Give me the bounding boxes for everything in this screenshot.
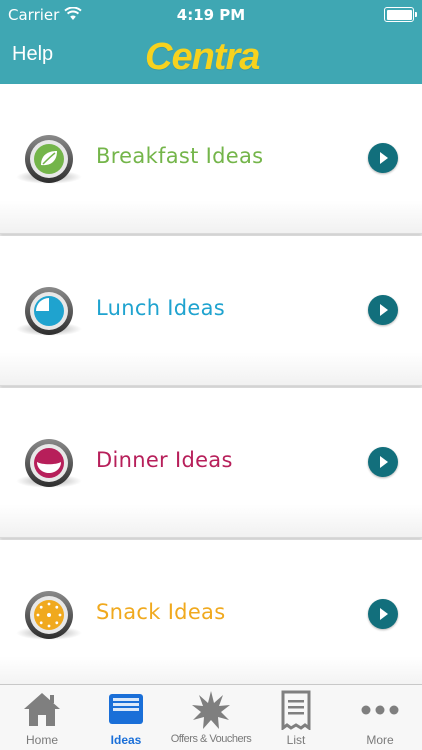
more-dots-icon: [360, 701, 400, 720]
dinner-plate-icon: [16, 438, 82, 488]
idea-card-breakfast[interactable]: Breakfast Ideas: [0, 84, 422, 234]
chevron-right-icon[interactable]: [368, 599, 398, 629]
chevron-right-icon[interactable]: [368, 143, 398, 173]
ideas-list: Breakfast Ideas Lunch Ideas Dinner Ideas…: [0, 84, 422, 690]
tab-offers-vouchers[interactable]: Offers & Vouchers: [168, 685, 254, 750]
idea-card-lunch[interactable]: Lunch Ideas: [0, 236, 422, 386]
idea-label-dinner: Dinner Ideas: [96, 448, 233, 472]
centra-logo: Centra: [145, 36, 260, 78]
idea-label-breakfast: Breakfast Ideas: [96, 144, 264, 168]
idea-label-lunch: Lunch Ideas: [96, 296, 226, 320]
tab-more[interactable]: More: [338, 685, 422, 750]
lunch-clock-icon: [16, 286, 82, 336]
tab-label-list: List: [286, 733, 306, 747]
tab-label-offers-vouchers: Offers & Vouchers: [170, 733, 252, 745]
ideas-tray-icon: [107, 690, 145, 732]
chevron-right-icon[interactable]: [368, 447, 398, 477]
tab-label-ideas: Ideas: [110, 733, 142, 747]
status-bar: Carrier 4:19 PM: [0, 0, 422, 30]
tab-label-more: More: [366, 733, 394, 747]
tab-home[interactable]: Home: [0, 685, 84, 750]
navigation-bar: Help Centra: [0, 30, 422, 84]
battery-icon: [384, 7, 417, 22]
tab-ideas[interactable]: Ideas: [84, 685, 168, 750]
breakfast-leaf-icon: [16, 134, 82, 184]
idea-card-dinner[interactable]: Dinner Ideas: [0, 388, 422, 538]
idea-card-snack[interactable]: Snack Ideas: [0, 540, 422, 690]
tab-list[interactable]: List: [254, 685, 338, 750]
tab-bar: Home Ideas Offers & Vouchers List More: [0, 684, 422, 750]
starburst-icon: [191, 690, 231, 734]
home-icon: [22, 690, 62, 732]
clock-time: 4:19 PM: [176, 6, 246, 24]
receipt-list-icon: [279, 690, 313, 734]
chevron-right-icon[interactable]: [368, 295, 398, 325]
snack-cookie-icon: [16, 590, 82, 640]
idea-label-snack: Snack Ideas: [96, 600, 226, 624]
tab-label-home: Home: [25, 733, 58, 747]
help-button[interactable]: Help: [12, 43, 53, 66]
